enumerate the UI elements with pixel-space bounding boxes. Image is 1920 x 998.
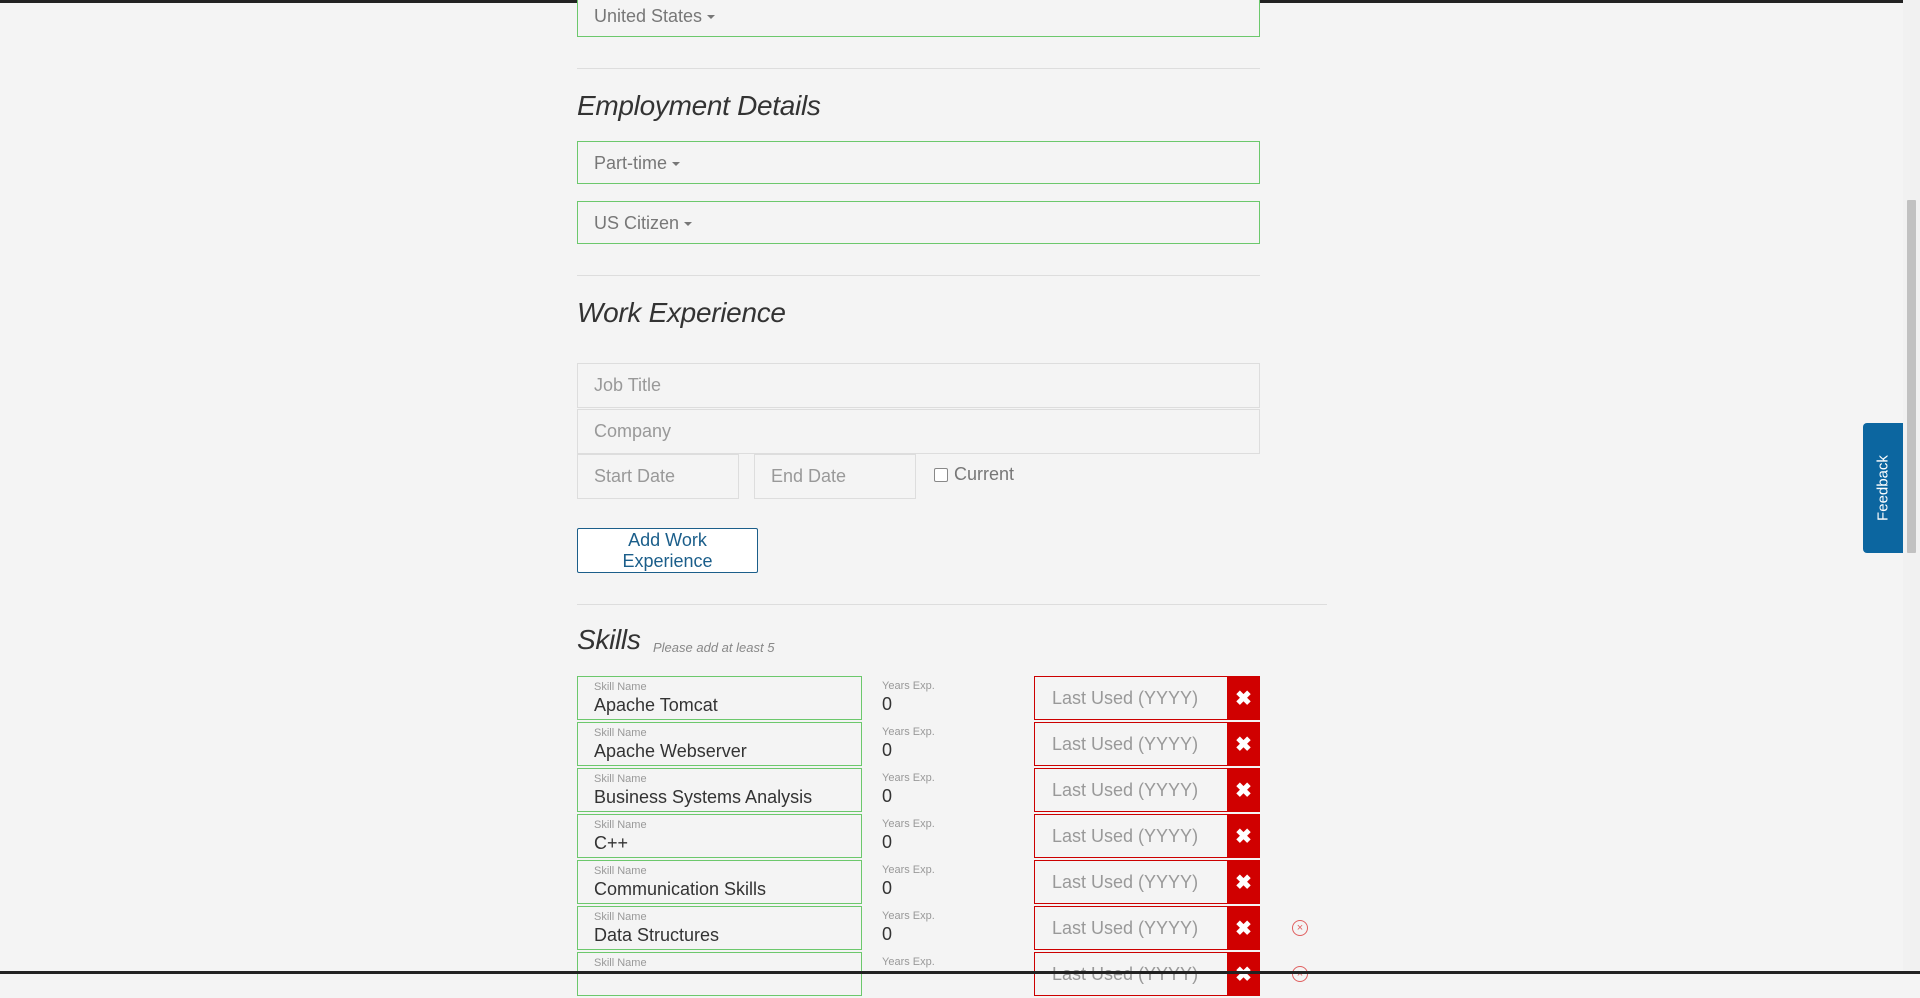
scrollbar-thumb[interactable] [1907,200,1916,553]
skill-row: Skill Name Apache Tomcat Years Exp. 0 La… [577,676,1260,720]
last-used-input[interactable]: Last Used (YYYY) [1034,906,1231,950]
years-exp-field[interactable]: Years Exp. 0 [864,676,1033,720]
current-checkbox[interactable] [934,467,948,482]
employment-type-select[interactable]: Part-time [577,141,1260,184]
remove-skill-button[interactable]: ✖ [1227,906,1260,950]
country-select-value: United States [594,6,703,26]
section-divider [577,275,1260,276]
skill-row: Skill Name Apache Webserver Years Exp. 0… [577,722,1260,766]
end-date-input[interactable] [754,454,916,499]
skill-name-label: Skill Name [594,681,647,693]
job-title-input[interactable] [577,363,1260,408]
years-exp-field[interactable]: Years Exp. 0 [864,722,1033,766]
skill-row: Skill Name Years Exp. Last Used (YYYY) ✖… [577,952,1308,996]
skill-row: Skill Name C++ Years Exp. 0 Last Used (Y… [577,814,1260,858]
years-exp-field[interactable]: Years Exp. 0 [864,860,1033,904]
skill-name-value: C++ [594,833,629,853]
last-used-input[interactable]: Last Used (YYYY) [1034,676,1231,720]
years-exp-label: Years Exp. [882,956,935,968]
remove-skill-button[interactable]: ✖ [1227,676,1260,720]
add-work-experience-button[interactable]: Add Work Experience [577,528,758,573]
skill-name-field[interactable]: Skill Name C++ [577,814,862,858]
clear-circle-icon[interactable]: × [1292,966,1308,982]
feedback-label: Feedback [1874,455,1892,521]
remove-skill-button[interactable]: ✖ [1227,814,1260,858]
skill-name-field[interactable]: Skill Name Apache Webserver [577,722,862,766]
skill-name-value: Communication Skills [594,879,767,899]
years-exp-field[interactable]: Years Exp. 0 [864,768,1033,812]
years-exp-label: Years Exp. [882,680,935,692]
section-divider [577,604,1327,605]
skill-name-label: Skill Name [594,865,647,877]
remove-skill-button[interactable]: ✖ [1227,860,1260,904]
skill-name-label: Skill Name [594,773,647,785]
last-used-input[interactable]: Last Used (YYYY) [1034,768,1231,812]
skill-name-field[interactable]: Skill Name Apache Tomcat [577,676,862,720]
skills-heading: Skills [577,624,641,655]
page-scrollbar[interactable] [1903,0,1920,971]
years-exp-field[interactable]: Years Exp. 0 [864,814,1033,858]
years-exp-value: 0 [882,832,893,852]
skill-name-label: Skill Name [594,727,647,739]
clear-circle-icon[interactable]: × [1292,920,1308,936]
skill-name-field[interactable]: Skill Name [577,952,862,996]
years-exp-field[interactable]: Years Exp. 0 [864,906,1033,950]
employment-type-value: Part-time [594,153,668,173]
skill-name-value: Data Structures [594,925,720,945]
years-exp-label: Years Exp. [882,726,935,738]
skill-row: Skill Name Business Systems Analysis Yea… [577,768,1260,812]
skill-name-field[interactable]: Skill Name Data Structures [577,906,862,950]
years-exp-label: Years Exp. [882,818,935,830]
skill-name-value: Apache Webserver [594,741,747,761]
last-used-input[interactable]: Last Used (YYYY) [1034,722,1231,766]
citizenship-select[interactable]: US Citizen [577,201,1260,244]
caret-down-icon [684,222,693,227]
feedback-tab[interactable]: Feedback [1863,423,1903,553]
skills-hint: Please add at least 5 [653,640,775,655]
skill-row: Skill Name Data Structures Years Exp. 0 … [577,906,1308,950]
start-date-input[interactable] [577,454,739,499]
years-exp-label: Years Exp. [882,772,935,784]
company-input[interactable] [577,409,1260,454]
skill-name-field[interactable]: Skill Name Business Systems Analysis [577,768,862,812]
skill-name-label: Skill Name [594,957,647,969]
current-checkbox-label[interactable]: Current [934,464,1014,485]
last-used-input[interactable]: Last Used (YYYY) [1034,952,1231,996]
years-exp-label: Years Exp. [882,864,935,876]
caret-down-icon [707,15,716,20]
years-exp-label: Years Exp. [882,910,935,922]
country-select[interactable]: United States [577,0,1260,37]
skill-name-label: Skill Name [594,819,647,831]
skill-name-field[interactable]: Skill Name Communication Skills [577,860,862,904]
remove-skill-button[interactable]: ✖ [1227,722,1260,766]
last-used-input[interactable]: Last Used (YYYY) [1034,814,1231,858]
years-exp-value: 0 [882,740,893,760]
last-used-input[interactable]: Last Used (YYYY) [1034,860,1231,904]
remove-skill-button[interactable]: ✖ [1227,952,1260,996]
years-exp-value: 0 [882,786,893,806]
skill-row: Skill Name Communication Skills Years Ex… [577,860,1260,904]
citizenship-value: US Citizen [594,213,680,233]
years-exp-value: 0 [882,878,893,898]
skill-name-value: Business Systems Analysis [594,787,813,807]
years-exp-value: 0 [882,924,893,944]
remove-skill-button[interactable]: ✖ [1227,768,1260,812]
caret-down-icon [672,162,681,167]
skill-name-label: Skill Name [594,911,647,923]
employment-details-heading: Employment Details [577,90,821,121]
work-experience-heading: Work Experience [577,297,786,328]
section-divider [577,68,1260,69]
years-exp-field[interactable]: Years Exp. [864,952,1033,996]
current-label-text: Current [954,464,1015,484]
years-exp-value: 0 [882,694,893,714]
skill-name-value: Apache Tomcat [594,695,718,715]
